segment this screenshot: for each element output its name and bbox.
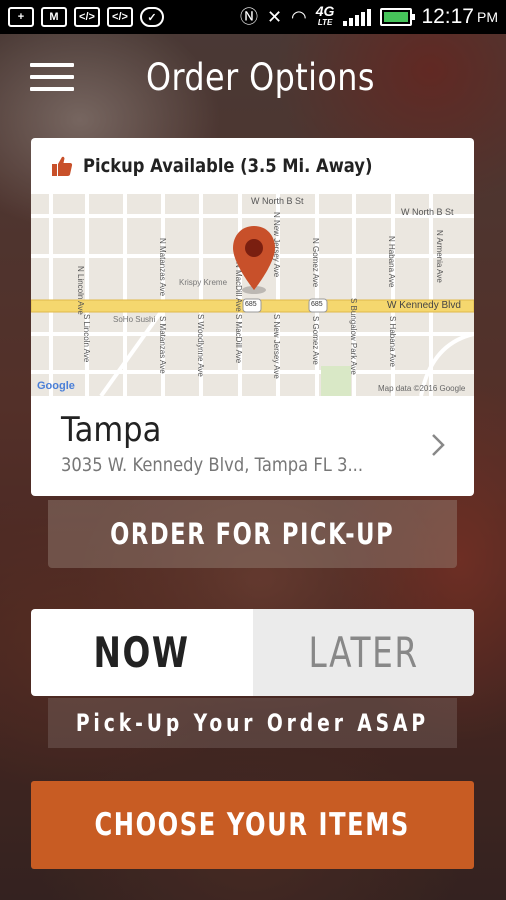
- street-label-n-armenia-ave: N Armenia Ave: [435, 230, 444, 283]
- add-notification-icon: +: [8, 7, 34, 27]
- street-label-n-gomez-ave: N Gomez Ave: [311, 238, 320, 288]
- vibrate-icon: ✕: [266, 7, 283, 27]
- time-toggle: NOW LATER: [31, 609, 474, 696]
- page-title: Order Options: [146, 56, 375, 99]
- location-info[interactable]: Tampa 3035 W. Kennedy Blvd, Tampa FL 3..…: [31, 396, 474, 496]
- pickup-note-text: Pick-Up Your Order ASAP: [75, 709, 430, 737]
- location-name: Tampa: [61, 410, 162, 450]
- street-label-w-north-b-st-top: W North B St: [251, 196, 304, 206]
- street-label-s-habana-ave: S Habana Ave: [388, 316, 397, 368]
- street-label-s-matanzas-ave: S Matanzas Ave: [158, 316, 167, 374]
- battery-icon: [380, 8, 416, 26]
- network-subtype: LTE: [317, 18, 333, 27]
- street-label-s-bungalow-park-ave: S Bungalow Park Ave: [349, 298, 358, 375]
- now-option-button[interactable]: NOW: [31, 609, 253, 696]
- map-pin-icon: [233, 226, 275, 294]
- order-for-pickup-label: ORDER FOR PICK-UP: [110, 517, 395, 551]
- street-label-s-lincoln-ave: S Lincoln Ave: [82, 314, 91, 363]
- later-option-button[interactable]: LATER: [252, 609, 474, 696]
- route-shield-label-2: 685: [311, 301, 323, 308]
- location-map[interactable]: W North B St W North B St W Kennedy Blvd…: [31, 194, 474, 396]
- code-notification-icon: </>: [74, 7, 100, 27]
- place-label-krispy-kreme: Krispy Kreme: [179, 278, 228, 287]
- street-label-s-gomez-ave: S Gomez Ave: [311, 316, 320, 365]
- clock-ampm: PM: [477, 9, 498, 25]
- wifi-icon: ◠: [291, 7, 307, 27]
- map-credit: Map data ©2016 Google: [378, 384, 466, 393]
- google-logo: Google: [37, 380, 75, 392]
- order-for-pickup-button[interactable]: ORDER FOR PICK-UP: [48, 500, 457, 568]
- street-label-s-macdill-ave: S MacDill Ave: [234, 314, 243, 364]
- gmail-icon: M: [41, 7, 67, 27]
- route-shield-label-1: 685: [245, 301, 257, 308]
- availability-row: Pickup Available (3.5 Mi. Away): [31, 138, 474, 194]
- street-label-n-matanzas-ave: N Matanzas Ave: [158, 238, 167, 297]
- app-header: Order Options: [0, 34, 506, 120]
- now-label: NOW: [93, 628, 190, 677]
- place-label-soho-sushi: SoHo Sushi: [113, 315, 156, 324]
- street-label-w-kennedy-blvd: W Kennedy Blvd: [387, 300, 461, 311]
- network-type-label: 4G LTE: [315, 3, 335, 29]
- street-label-n-habana-ave: N Habana Ave: [387, 236, 396, 288]
- pickup-note-banner: Pick-Up Your Order ASAP: [48, 698, 457, 748]
- battery-level: [384, 12, 409, 22]
- thumbs-up-icon: [52, 156, 73, 176]
- later-label: LATER: [308, 628, 419, 677]
- code-notification-icon-2: </>: [107, 7, 133, 27]
- street-label-s-woodlynne-ave: S Woodlynne Ave: [196, 314, 205, 377]
- hamburger-menu-icon[interactable]: [30, 60, 74, 94]
- street-label-w-north-b-st-right: W North B St: [401, 207, 454, 217]
- network-type: 4G: [315, 3, 335, 19]
- status-bar: + M </> </> ✓ Ⓝ ✕ ◠ 4G LTE 12:17 PM: [0, 0, 506, 34]
- street-label-s-new-jersey-ave: S New Jersey Ave: [272, 314, 281, 379]
- chevron-right-icon[interactable]: [430, 432, 446, 458]
- clock-time: 12:17: [421, 5, 474, 28]
- choose-your-items-label: CHOOSE YOUR ITEMS: [94, 807, 411, 843]
- nfc-icon: Ⓝ: [239, 7, 258, 27]
- chat-check-icon: ✓: [140, 7, 164, 27]
- location-address: 3035 W. Kennedy Blvd, Tampa FL 3...: [61, 454, 364, 476]
- location-card[interactable]: Pickup Available (3.5 Mi. Away) W North …: [31, 138, 474, 496]
- signal-icon: [343, 8, 372, 26]
- availability-text: Pickup Available (3.5 Mi. Away): [83, 155, 373, 177]
- street-label-n-lincoln-ave: N Lincoln Ave: [76, 266, 85, 315]
- choose-your-items-button[interactable]: CHOOSE YOUR ITEMS: [31, 781, 474, 869]
